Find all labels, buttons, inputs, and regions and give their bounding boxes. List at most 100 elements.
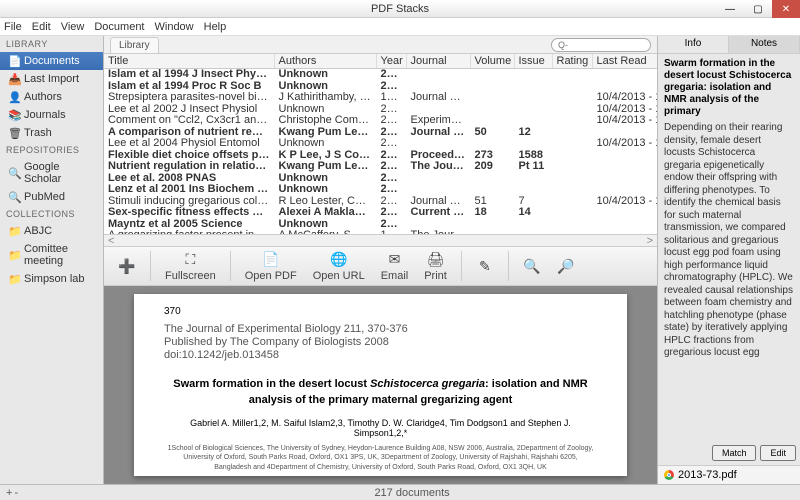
open-pdf-button[interactable]: 📄Open PDF [239, 249, 303, 284]
print-icon: 🖨 [427, 251, 445, 269]
table-cell: Flexible diet choice offsets protein c..… [104, 150, 274, 162]
minimize-button[interactable]: — [716, 0, 744, 18]
sidebar-item-label: ABJC [24, 225, 52, 237]
pdf-preview[interactable]: 370 The Journal of Experimental Biology … [104, 286, 657, 484]
table-row[interactable]: Comment on "Ccl2, Cx3cr1 and Ccl2/Cx...C… [104, 115, 657, 127]
table-row[interactable]: Lee et al. 2008 PNASUnknown2013 [104, 173, 657, 185]
table-row[interactable]: Mayntz et al 2005 ScienceUnknown2013 [104, 219, 657, 231]
email-button[interactable]: ✉Email [375, 249, 415, 284]
menu-file[interactable]: File [4, 21, 22, 33]
column-header[interactable]: Year [376, 54, 406, 69]
table-cell [514, 138, 552, 150]
email-icon: ✉ [385, 251, 403, 269]
remove-collection-button[interactable]: - [14, 487, 18, 499]
table-cell: 10/4/2013 - 11:4... [592, 115, 657, 127]
toolbar-label: Email [381, 270, 409, 282]
table-cell [592, 161, 657, 173]
table-cell [406, 104, 470, 116]
column-header[interactable]: Volume [470, 54, 514, 69]
menu-window[interactable]: Window [155, 21, 194, 33]
table-row[interactable]: Sex-specific fitness effects of nutrie..… [104, 207, 657, 219]
tab-notes[interactable]: Notes [729, 36, 800, 53]
table-row[interactable]: Lenz et al 2001 Ins Biochem Mol BiolUnkn… [104, 184, 657, 196]
column-header[interactable]: Authors [274, 54, 376, 69]
table-cell: Journal of i... [406, 127, 470, 139]
sidebar-item-pubmed[interactable]: 🔍PubMed [0, 188, 103, 206]
menu-document[interactable]: Document [94, 21, 144, 33]
open-url-button[interactable]: 🌐Open URL [307, 249, 371, 284]
table-cell [514, 115, 552, 127]
table-cell: Christophe Combadi... [274, 115, 376, 127]
table-row[interactable]: A comparison of nutrient regulation ...K… [104, 127, 657, 139]
sidebar-item-committee[interactable]: 📁Comittee meeting [0, 240, 103, 270]
folder-icon: 📁 [8, 273, 20, 285]
table-cell: Unknown [274, 219, 376, 231]
tab-info[interactable]: Info [658, 36, 729, 53]
table-cell: 1588 [514, 150, 552, 162]
table-row[interactable]: Islam et al 1994 Proc R Soc BUnknown2013 [104, 81, 657, 93]
table-cell: J Kathirithamby, S Si... [274, 92, 376, 104]
column-header[interactable]: Journal [406, 54, 470, 69]
sidebar-item-authors[interactable]: 👤Authors [0, 88, 103, 106]
table-cell: K P Lee, J S Cory, K... [274, 150, 376, 162]
sidebar-item-abjc[interactable]: 📁ABJC [0, 222, 103, 240]
pencil-icon: ✎ [476, 257, 494, 275]
documents-icon: 📄 [8, 55, 20, 67]
edit-button[interactable]: Edit [760, 445, 796, 461]
column-header[interactable]: Rating [552, 54, 592, 69]
table-row[interactable]: A gregarizing factor present in the e...… [104, 230, 657, 234]
table-cell: 2013 [376, 69, 406, 81]
annotate-button[interactable]: ✎ [470, 255, 500, 277]
table-cell: 1998 [376, 92, 406, 104]
table-cell: 2013 [376, 104, 406, 116]
table-row[interactable]: Islam et al 1994 J Insect PhysiolUnknown… [104, 69, 657, 81]
sidebar-item-journals[interactable]: 📚Journals [0, 106, 103, 124]
file-row[interactable]: 2013-73.pdf [658, 465, 800, 484]
fullscreen-button[interactable]: ⛶Fullscreen [159, 249, 222, 284]
table-cell: 2006 [376, 161, 406, 173]
sidebar-item-documents[interactable]: 📄 Documents [0, 52, 103, 70]
zoom-in-button[interactable]: 🔍 [517, 255, 547, 277]
table-row[interactable]: Lee et al 2004 Physiol EntomolUnknown201… [104, 138, 657, 150]
table-cell: Lee et al. 2008 PNAS [104, 173, 274, 185]
maximize-button[interactable]: ▢ [744, 0, 772, 18]
table-cell [552, 230, 592, 234]
table-row[interactable]: Nutrient regulation in relation to die..… [104, 161, 657, 173]
table-row[interactable]: Lee et al 2002 J Insect PhysiolUnknown20… [104, 104, 657, 116]
sidebar-item-label: Documents [24, 55, 80, 67]
search-input[interactable] [551, 38, 651, 52]
table-cell: Kwang Pum Lee, S... [274, 127, 376, 139]
search-icon: 🔍 [8, 191, 20, 203]
table-cell: R Leo Lester, Consta... [274, 196, 376, 208]
add-collection-button[interactable]: + [6, 487, 12, 499]
sidebar-item-simpson[interactable]: 📁Simpson lab [0, 270, 103, 288]
table-cell [406, 69, 470, 81]
close-button[interactable]: ✕ [772, 0, 800, 18]
horizontal-scrollbar[interactable] [104, 234, 657, 246]
print-button[interactable]: 🖨Print [418, 249, 453, 284]
sidebar-item-last-import[interactable]: 📥Last Import [0, 70, 103, 88]
menu-edit[interactable]: Edit [32, 21, 51, 33]
table-row[interactable]: Stimuli inducing gregarious colouratio..… [104, 196, 657, 208]
zoom-out-button[interactable]: 🔎 [551, 255, 581, 277]
table-cell [592, 184, 657, 196]
table-cell: 14 [514, 207, 552, 219]
table-row[interactable]: Flexible diet choice offsets protein c..… [104, 150, 657, 162]
sidebar-item-trash[interactable]: 🗑Trash [0, 124, 103, 142]
tab-library[interactable]: Library [110, 37, 159, 53]
table-cell: Comment on "Ccl2, Cx3cr1 and Ccl2/Cx... [104, 115, 274, 127]
column-header[interactable]: Issue [514, 54, 552, 69]
match-button[interactable]: Match [712, 445, 757, 461]
table-cell [592, 150, 657, 162]
table-cell [552, 207, 592, 219]
fullscreen-icon: ⛶ [181, 251, 199, 269]
column-header[interactable]: Title [104, 54, 274, 69]
menu-help[interactable]: Help [204, 21, 227, 33]
sidebar-item-google-scholar[interactable]: 🔍Google Scholar [0, 158, 103, 188]
menu-view[interactable]: View [61, 21, 85, 33]
add-button[interactable]: ➕ [112, 255, 142, 277]
sidebar-header-library: LIBRARY [0, 36, 103, 52]
document-table[interactable]: TitleAuthorsYearJournalVolumeIssueRating… [104, 54, 657, 234]
table-row[interactable]: Strepsiptera parasites-novel biocontrol.… [104, 92, 657, 104]
column-header[interactable]: Last Read [592, 54, 657, 69]
